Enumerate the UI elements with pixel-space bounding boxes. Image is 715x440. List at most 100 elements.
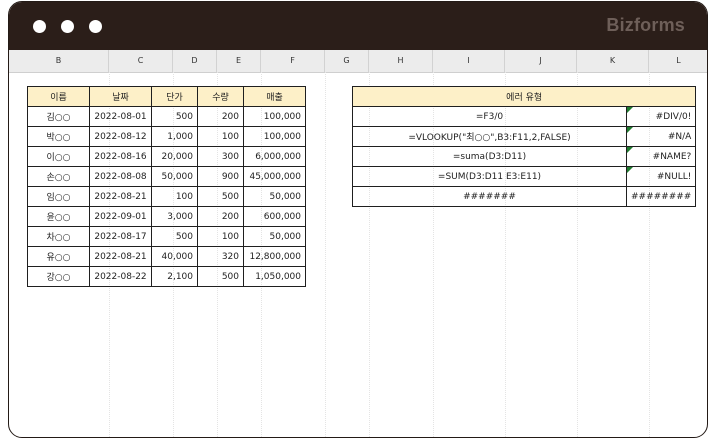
- table-cell[interactable]: 100: [151, 186, 198, 207]
- table-row: =SUM(D3:D11 E3:E11) #NULL!: [352, 166, 697, 187]
- table-cell[interactable]: 2022-08-22: [89, 266, 152, 287]
- column-header-c[interactable]: C: [109, 50, 173, 72]
- formula-cell[interactable]: =F3/0: [352, 106, 627, 127]
- table-cell[interactable]: 1,000: [151, 126, 198, 147]
- table-row: 강○○ 2022-08-22 2,100 500 1,050,000: [27, 266, 306, 287]
- sales-header-3[interactable]: 수량: [197, 86, 244, 107]
- column-header-l[interactable]: L: [649, 50, 707, 72]
- table-cell[interactable]: 2022-08-16: [89, 146, 152, 167]
- table-cell[interactable]: 200: [197, 106, 244, 127]
- table-row: 이○○ 2022-08-16 20,000 300 6,000,000: [27, 146, 306, 167]
- table-cell[interactable]: 50,000: [151, 166, 198, 187]
- window-control-dot-1[interactable]: [33, 20, 46, 33]
- error-table-header[interactable]: 에러 유형: [351, 86, 697, 107]
- table-cell[interactable]: 윤○○: [27, 206, 90, 227]
- table-cell[interactable]: 2022-08-08: [89, 166, 152, 187]
- table-cell[interactable]: 3,000: [151, 206, 198, 227]
- table-cell[interactable]: 2,100: [151, 266, 198, 287]
- grid-line: [325, 72, 326, 437]
- formula-cell[interactable]: =VLOOKUP("최○○",B3:F11,2,FALSE): [352, 126, 627, 147]
- table-cell[interactable]: 2022-08-01: [89, 106, 152, 127]
- error-result-text: #N/A: [667, 131, 692, 142]
- table-cell[interactable]: 500: [151, 226, 198, 247]
- error-types-table: 에러 유형 =F3/0 #DIV/0! =VLOOKUP("최○○",B3:F11,…: [351, 86, 697, 207]
- table-cell[interactable]: 40,000: [151, 246, 198, 267]
- column-header-d[interactable]: D: [173, 50, 217, 72]
- table-cell[interactable]: 강○○: [27, 266, 90, 287]
- sales-header-2[interactable]: 단가: [151, 86, 198, 107]
- table-cell[interactable]: 2022-08-21: [89, 186, 152, 207]
- table-cell[interactable]: 100,000: [243, 126, 306, 147]
- column-header-f[interactable]: F: [261, 50, 325, 72]
- table-cell[interactable]: 6,000,000: [243, 146, 306, 167]
- table-cell[interactable]: 손○○: [27, 166, 90, 187]
- table-cell[interactable]: 2022-09-01: [89, 206, 152, 227]
- table-cell[interactable]: 500: [197, 266, 244, 287]
- error-result-cell[interactable]: ########: [625, 186, 697, 207]
- sales-header-4[interactable]: 매출: [243, 86, 306, 107]
- table-cell[interactable]: 임○○: [27, 186, 90, 207]
- error-result-text: #NAME?: [652, 151, 692, 162]
- column-header-j[interactable]: J: [505, 50, 577, 72]
- table-cell[interactable]: 박○○: [27, 126, 90, 147]
- formula-cell[interactable]: #######: [352, 186, 627, 207]
- table-cell[interactable]: 12,800,000: [243, 246, 306, 267]
- table-cell[interactable]: 2022-08-12: [89, 126, 152, 147]
- error-indicator-icon[interactable]: [627, 107, 633, 113]
- formula-cell[interactable]: =SUM(D3:D11 E3:E11): [352, 166, 627, 187]
- error-indicator-icon[interactable]: [627, 127, 633, 133]
- column-header-b[interactable]: B: [9, 50, 109, 72]
- table-cell[interactable]: 500: [151, 106, 198, 127]
- table-row: 임○○ 2022-08-21 100 500 50,000: [27, 186, 306, 207]
- error-result-text: #DIV/0!: [655, 111, 692, 122]
- error-indicator-icon[interactable]: [627, 167, 633, 173]
- table-cell[interactable]: 100: [197, 226, 244, 247]
- table-cell[interactable]: 50,000: [243, 226, 306, 247]
- table-cell[interactable]: 2022-08-21: [89, 246, 152, 267]
- table-cell[interactable]: 900: [197, 166, 244, 187]
- table-row: =VLOOKUP("최○○",B3:F11,2,FALSE) #N/A: [352, 126, 697, 147]
- error-result-text: ########: [631, 191, 692, 202]
- table-row: 박○○ 2022-08-12 1,000 100 100,000: [27, 126, 306, 147]
- table-row: =F3/0 #DIV/0!: [352, 106, 697, 127]
- column-header-e[interactable]: E: [217, 50, 261, 72]
- table-row: 유○○ 2022-08-21 40,000 320 12,800,000: [27, 246, 306, 267]
- table-cell[interactable]: 김○○: [27, 106, 90, 127]
- sales-header-0[interactable]: 이름: [27, 86, 90, 107]
- formula-cell[interactable]: =suma(D3:D11): [352, 146, 627, 167]
- table-cell[interactable]: 600,000: [243, 206, 306, 227]
- sales-table: 이름 날짜 단가 수량 매출 김○○ 2022-08-01 500 200 100,000 박○○…: [27, 86, 306, 287]
- table-row: 차○○ 2022-08-17 500 100 50,000: [27, 226, 306, 247]
- table-cell[interactable]: 100: [197, 126, 244, 147]
- column-header-i[interactable]: I: [433, 50, 505, 72]
- table-row: 손○○ 2022-08-08 50,000 900 45,000,000: [27, 166, 306, 187]
- error-result-cell[interactable]: #NULL!: [625, 166, 697, 187]
- table-cell[interactable]: 45,000,000: [243, 166, 306, 187]
- table-cell[interactable]: 2022-08-17: [89, 226, 152, 247]
- app-window: Bizforms BCDEFGHIJKL 이름 날짜 단가 수량 매출 김○○ 2022-…: [8, 1, 708, 438]
- error-result-cell[interactable]: #DIV/0!: [625, 106, 697, 127]
- error-result-text: #NULL!: [656, 171, 692, 182]
- table-cell[interactable]: 100,000: [243, 106, 306, 127]
- table-cell[interactable]: 이○○: [27, 146, 90, 167]
- table-cell[interactable]: 20,000: [151, 146, 198, 167]
- table-cell[interactable]: 차○○: [27, 226, 90, 247]
- table-cell[interactable]: 유○○: [27, 246, 90, 267]
- table-cell[interactable]: 50,000: [243, 186, 306, 207]
- table-cell[interactable]: 320: [197, 246, 244, 267]
- table-cell[interactable]: 500: [197, 186, 244, 207]
- window-control-dot-3[interactable]: [89, 20, 102, 33]
- title-bar: Bizforms: [9, 2, 707, 50]
- column-header-g[interactable]: G: [325, 50, 369, 72]
- table-cell[interactable]: 200: [197, 206, 244, 227]
- column-header-h[interactable]: H: [369, 50, 433, 72]
- window-control-dot-2[interactable]: [61, 20, 74, 33]
- sales-header-1[interactable]: 날짜: [89, 86, 152, 107]
- table-row: 김○○ 2022-08-01 500 200 100,000: [27, 106, 306, 127]
- error-result-cell[interactable]: #N/A: [625, 126, 697, 147]
- error-result-cell[interactable]: #NAME?: [625, 146, 697, 167]
- table-cell[interactable]: 300: [197, 146, 244, 167]
- error-indicator-icon[interactable]: [627, 147, 633, 153]
- column-header-k[interactable]: K: [577, 50, 649, 72]
- table-cell[interactable]: 1,050,000: [243, 266, 306, 287]
